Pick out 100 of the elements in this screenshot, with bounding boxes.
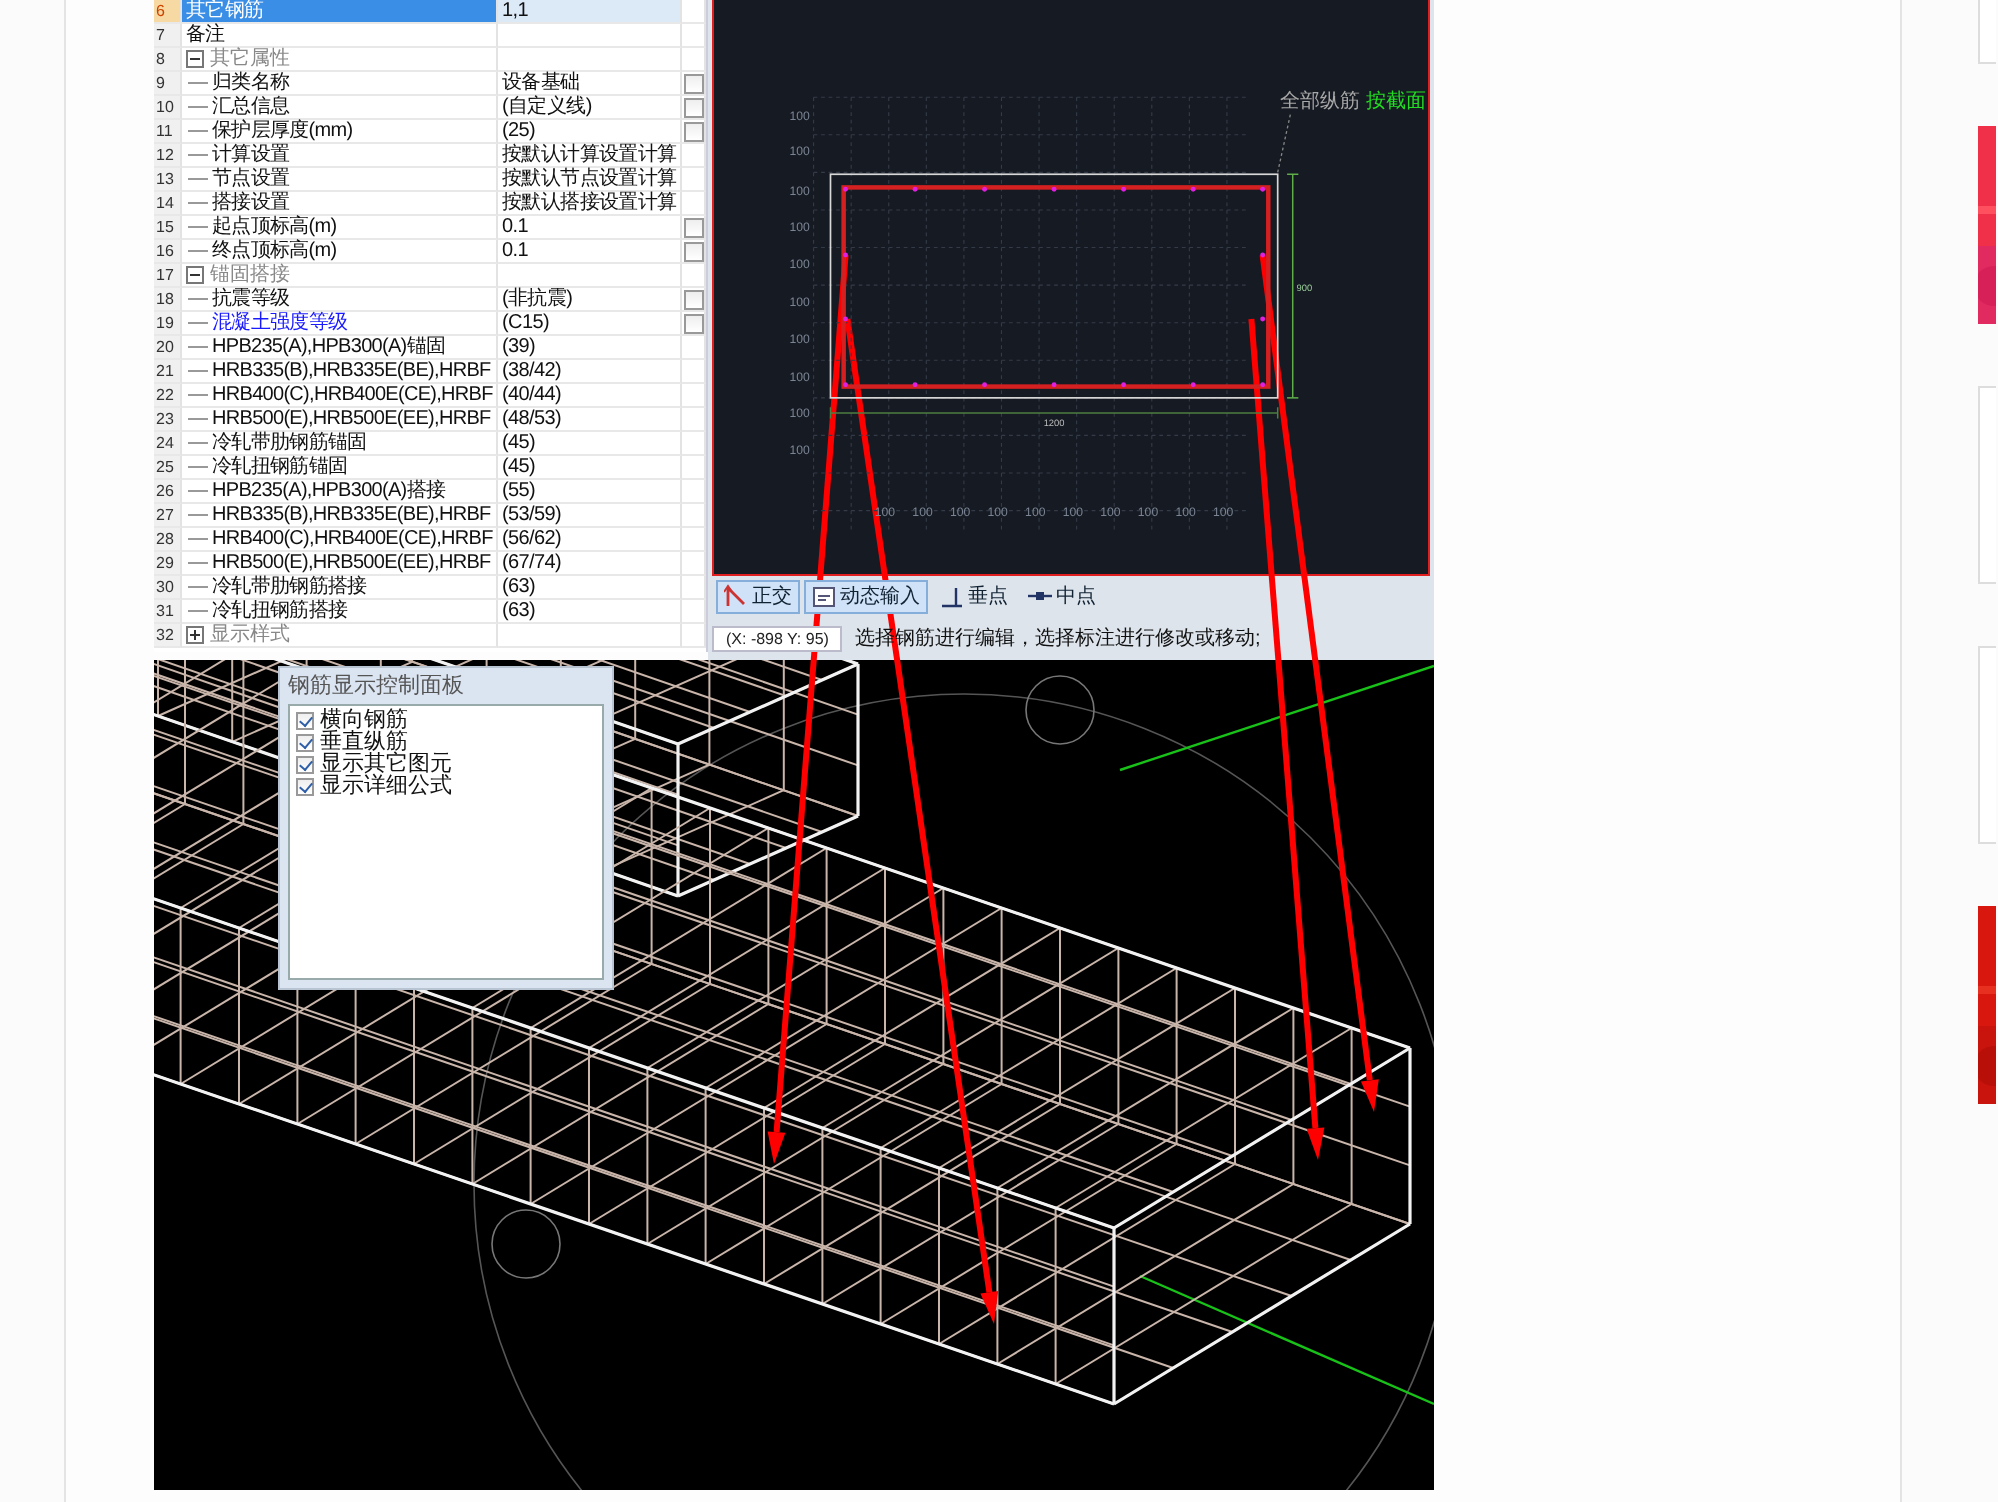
table-cell: 按默认节点设置计算 <box>498 168 682 192</box>
row-number: 28 <box>154 528 182 552</box>
property-name: 起点顶标高(m) <box>212 216 337 238</box>
group-label: 显示样式 <box>208 624 290 646</box>
property-name: 终点顶标高(m) <box>212 240 337 262</box>
input-box-icon <box>812 584 836 608</box>
checkbox[interactable] <box>683 313 703 333</box>
property-name: HRB500(E),HRB500E(EE),HRBF <box>212 408 491 430</box>
property-name: HPB235(A),HPB300(A)锚固 <box>212 336 446 358</box>
angle-icon <box>724 584 748 608</box>
checkbox[interactable] <box>296 778 314 796</box>
option-label: 横向钢筋 <box>320 710 408 732</box>
collapse-icon[interactable] <box>186 266 204 284</box>
property-name: 节点设置 <box>212 168 290 190</box>
property-name: HRB335(B),HRB335E(BE),HRBF <box>212 504 491 526</box>
table-cell: (53/59) <box>498 504 682 528</box>
table-cell: (38/42) <box>498 360 682 384</box>
table-cell: (39) <box>498 336 682 360</box>
expand-icon[interactable] <box>186 626 204 644</box>
toolbar-button[interactable]: 动态输入 <box>804 579 928 613</box>
property-name: 备注 <box>186 24 225 46</box>
table-cell: (45) <box>498 456 682 480</box>
table-cell: 1,1 <box>498 0 682 24</box>
row-number: 22 <box>154 384 182 408</box>
checkbox[interactable] <box>296 712 314 730</box>
row-number: 6 <box>154 0 182 24</box>
table-cell: (非抗震) <box>498 288 682 312</box>
row-number: 23 <box>154 408 182 432</box>
table-cell: 0.1 <box>498 240 682 264</box>
row-number: 32 <box>154 624 182 648</box>
table-cell: 0.1 <box>498 216 682 240</box>
row-number: 15 <box>154 216 182 240</box>
checkbox[interactable] <box>683 121 703 141</box>
property-name: 计算设置 <box>212 144 290 166</box>
row-number: 27 <box>154 504 182 528</box>
leader-mode: 按截面 <box>1366 90 1426 113</box>
row-number: 7 <box>154 24 182 48</box>
property-name: 冷轧扭钢筋锚固 <box>212 456 348 478</box>
collapse-icon[interactable] <box>186 50 204 68</box>
group-label: 其它属性 <box>208 48 290 70</box>
coordinates-field: (X: -898 Y: 95) <box>712 625 843 651</box>
toolbar-button[interactable]: 垂点 <box>932 579 1016 613</box>
table-cell: (67/74) <box>498 552 682 576</box>
table-cell: (55) <box>498 480 682 504</box>
option-label: 显示详细公式 <box>320 776 452 798</box>
table-cell: (25) <box>498 120 682 144</box>
checkbox[interactable] <box>683 97 703 117</box>
property-name: 冷轧扭钢筋搭接 <box>212 600 348 622</box>
row-number: 14 <box>154 192 182 216</box>
checkbox[interactable] <box>296 756 314 774</box>
table-cell: (63) <box>498 600 682 624</box>
table-cell: (C15) <box>498 312 682 336</box>
row-number: 12 <box>154 144 182 168</box>
row-number: 11 <box>154 120 182 144</box>
toolbar-button[interactable]: 正交 <box>716 579 800 613</box>
table-cell: (自定义线) <box>498 96 682 120</box>
row-number: 24 <box>154 432 182 456</box>
group-label: 锚固搭接 <box>208 264 290 286</box>
checkbox[interactable] <box>683 73 703 93</box>
table-cell: 设备基础 <box>498 72 682 96</box>
toolbar-button[interactable]: 中点 <box>1020 579 1104 613</box>
property-name: HPB235(A),HPB300(A)搭接 <box>212 480 446 502</box>
row-number: 8 <box>154 48 182 72</box>
row-number: 25 <box>154 456 182 480</box>
property-name: 保护层厚度(mm) <box>212 120 353 142</box>
row-number: 17 <box>154 264 182 288</box>
property-name: 冷轧带肋钢筋搭接 <box>212 576 367 598</box>
checkbox[interactable] <box>296 734 314 752</box>
table-cell: (40/44) <box>498 384 682 408</box>
property-name: HRB335(B),HRB335E(BE),HRBF <box>212 360 491 382</box>
property-name: 冷轧带肋钢筋锚固 <box>212 432 367 454</box>
leader-label: 全部纵筋 <box>1279 90 1360 113</box>
row-number: 10 <box>154 96 182 120</box>
property-name: 归类名称 <box>212 72 290 94</box>
table-cell: 按默认搭接设置计算 <box>498 192 682 216</box>
table-cell: (56/62) <box>498 528 682 552</box>
checkbox[interactable] <box>683 241 703 261</box>
checkbox[interactable] <box>683 289 703 309</box>
property-name: 抗震等级 <box>212 288 290 310</box>
row-number: 9 <box>154 72 182 96</box>
row-number: 19 <box>154 312 182 336</box>
leader-line <box>1277 111 1292 174</box>
table-cell: (45) <box>498 432 682 456</box>
row-number: 29 <box>154 552 182 576</box>
perpendicular-icon <box>940 584 964 608</box>
property-name: HRB500(E),HRB500E(EE),HRBF <box>212 552 491 574</box>
table-cell: (63) <box>498 576 682 600</box>
property-name: 搭接设置 <box>212 192 290 214</box>
option-label: 垂直纵筋 <box>320 732 408 754</box>
row-number: 21 <box>154 360 182 384</box>
property-name: HRB400(C),HRB400E(CE),HRBF <box>212 384 493 406</box>
row-number: 31 <box>154 600 182 624</box>
property-name: HRB400(C),HRB400E(CE),HRBF <box>212 528 493 550</box>
row-number: 16 <box>154 240 182 264</box>
row-number: 20 <box>154 336 182 360</box>
checkbox[interactable] <box>683 217 703 237</box>
table-cell: 按默认计算设置计算 <box>498 144 682 168</box>
property-name: 汇总信息 <box>212 96 290 118</box>
row-number: 26 <box>154 480 182 504</box>
property-name: 混凝土强度等级 <box>212 312 348 334</box>
